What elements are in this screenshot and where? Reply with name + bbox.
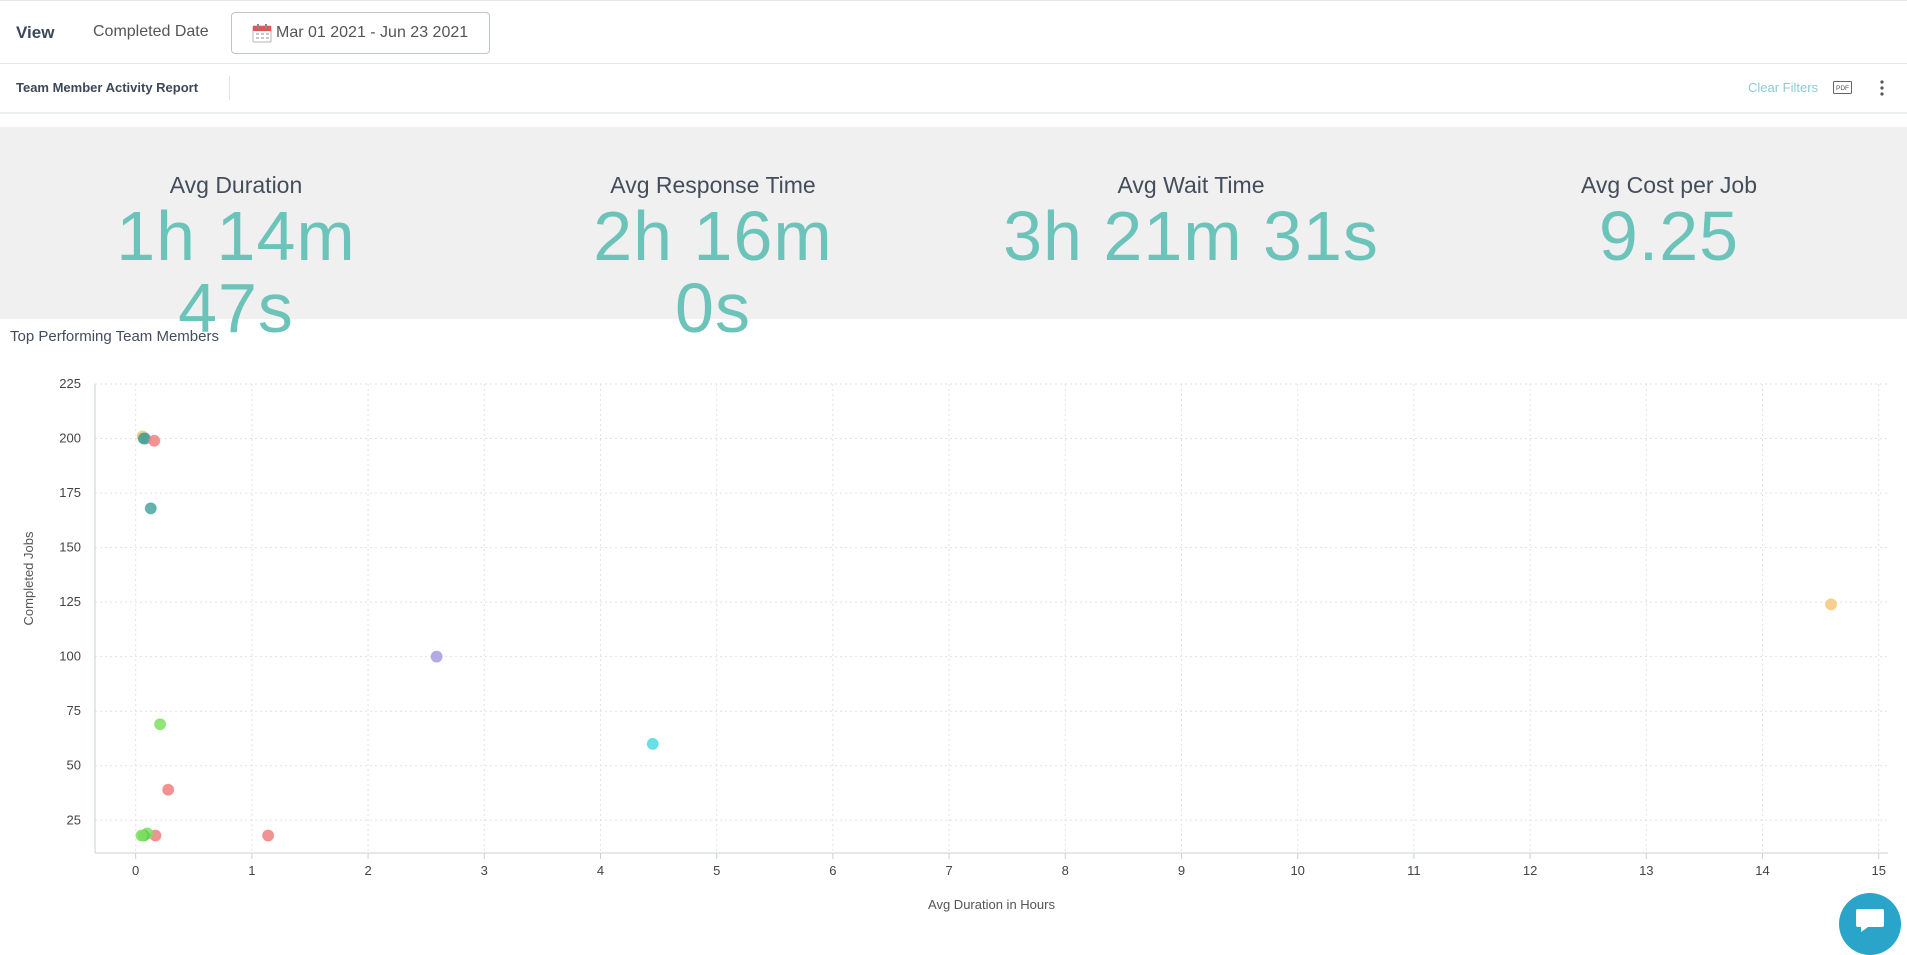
x-tick-label: 14 [1755,863,1769,878]
kpi-value: 3h 21m 31s [1003,197,1379,275]
data-point [430,650,443,663]
x-tick-label: 10 [1290,863,1304,878]
x-tick-label: 15 [1871,863,1885,878]
data-point [137,432,150,445]
kpi-label: Avg Wait Time [1117,172,1265,198]
y-tick-label: 125 [59,594,81,609]
x-tick-label: 12 [1523,863,1537,878]
x-tick-label: 8 [1062,863,1069,878]
kpi-value: 9.25 [1598,197,1740,275]
x-tick-label: 11 [1407,863,1421,878]
data-point [135,829,148,842]
kpi-avg-duration: Avg Duration 1h 14m 47s [54,172,418,344]
y-tick-label: 150 [59,540,81,555]
data-point [646,737,659,750]
scatter-chart: 0 1 2 3 4 5 6 7 8 9 10 11 12 13 14 15255075100125150175… [21,376,1888,912]
data-point [162,783,175,796]
date-range-text: Mar 01 2021 - Jun 23 2021 [276,24,469,41]
kpi-label: Avg Response Time [610,172,816,198]
chart-title: Top Performing Team Members [10,328,219,345]
x-tick-label: 4 [597,863,604,878]
x-tick-label: 9 [1178,863,1185,878]
report-header: Team Member Activity Report Clear Filter… [0,64,1907,114]
x-tick-label: 0 [132,863,139,878]
clear-filters-link[interactable]: Clear Filters [1748,80,1818,95]
x-tick-label: 13 [1639,863,1653,878]
x-tick-label: 3 [481,863,488,878]
x-tick-label: 5 [713,863,720,878]
x-axis-title: Avg Duration in Hours [928,897,1055,912]
x-tick-label: 2 [364,863,371,878]
svg-text:PDF: PDF [1836,85,1849,92]
y-tick-label: 100 [59,649,81,664]
kpi-avg-cost-per-job: Avg Cost per Job 9.25 [1560,172,1778,272]
kpi-label: Avg Cost per Job [1580,172,1757,198]
report-title: Team Member Activity Report [16,80,199,95]
view-label: View [16,23,55,42]
y-tick-label: 225 [59,376,81,391]
top-toolbar: View Completed Date Mar 01 2021 - Jun 23… [0,0,1907,64]
data-point [1825,598,1838,611]
calendar-icon [252,24,272,43]
more-vertical-icon[interactable] [1875,78,1889,98]
data-point [144,502,157,515]
kpi-value: 2h 16m 0s [593,197,833,347]
x-tick-label: 6 [829,863,836,878]
data-point [154,718,167,731]
chat-icon [1856,909,1884,932]
kpi-avg-wait-time: Avg Wait Time 3h 21m 31s [1002,172,1380,272]
divider [229,76,230,100]
y-tick-label: 175 [59,485,81,500]
data-point [148,434,161,447]
x-tick-label: 1 [248,863,255,878]
pdf-icon[interactable]: PDF [1833,81,1852,94]
data-point [262,829,275,842]
y-tick-label: 25 [67,812,81,827]
x-tick-label: 7 [945,863,952,878]
y-tick-label: 200 [59,431,81,446]
chat-launcher-button[interactable] [1839,893,1901,955]
y-tick-label: 50 [67,758,81,773]
filter-label: Completed Date [93,23,209,40]
y-axis-title: Completed Jobs [21,531,36,625]
kpi-avg-response-time: Avg Response Time 2h 16m 0s [546,172,880,344]
kpi-value: 1h 14m 47s [116,197,356,347]
kpi-label: Avg Duration [169,172,303,198]
y-tick-label: 75 [67,703,81,718]
kpi-summary-band: Avg Duration 1h 14m 47s Avg Response Tim… [0,127,1907,344]
date-range-picker[interactable]: Mar 01 2021 - Jun 23 2021 [231,12,490,54]
